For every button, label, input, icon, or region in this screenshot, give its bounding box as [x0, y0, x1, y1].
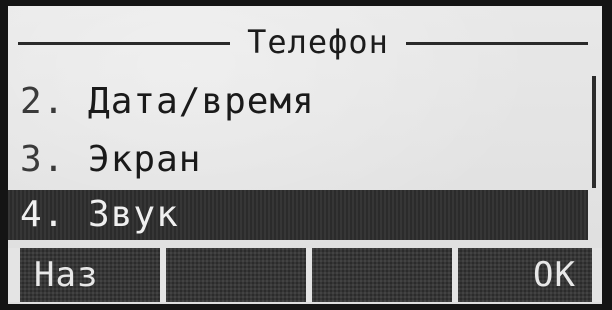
- menu-item-screen[interactable]: 3. Экран: [8, 134, 588, 186]
- menu-item-date-time[interactable]: 2. Дата/время: [8, 76, 588, 128]
- menu-item-number: 3.: [20, 139, 66, 180]
- menu-item-number: 4.: [20, 194, 66, 235]
- softkey-3[interactable]: [312, 248, 452, 302]
- lcd-screen: Телефон 2. Дата/время 3. Экран 4. Звук Н…: [8, 6, 602, 304]
- screen-title: Телефон: [247, 23, 389, 61]
- menu-item-number: 2.: [20, 81, 66, 122]
- title-bar: Телефон: [8, 20, 602, 64]
- menu-item-label: Экран: [88, 139, 202, 180]
- softkey-bar: Наз OK: [8, 248, 602, 302]
- menu-item-label: Звук: [88, 194, 179, 235]
- softkey-back[interactable]: Наз: [20, 248, 160, 302]
- menu-item-label: Дата/время: [88, 81, 315, 122]
- scrollbar[interactable]: [592, 76, 596, 188]
- softkey-ok[interactable]: OK: [458, 248, 592, 302]
- menu-item-sound[interactable]: 4. Звук: [8, 190, 588, 240]
- title-divider-right: [406, 42, 588, 45]
- title-divider-left: [18, 42, 230, 45]
- softkey-2[interactable]: [166, 248, 306, 302]
